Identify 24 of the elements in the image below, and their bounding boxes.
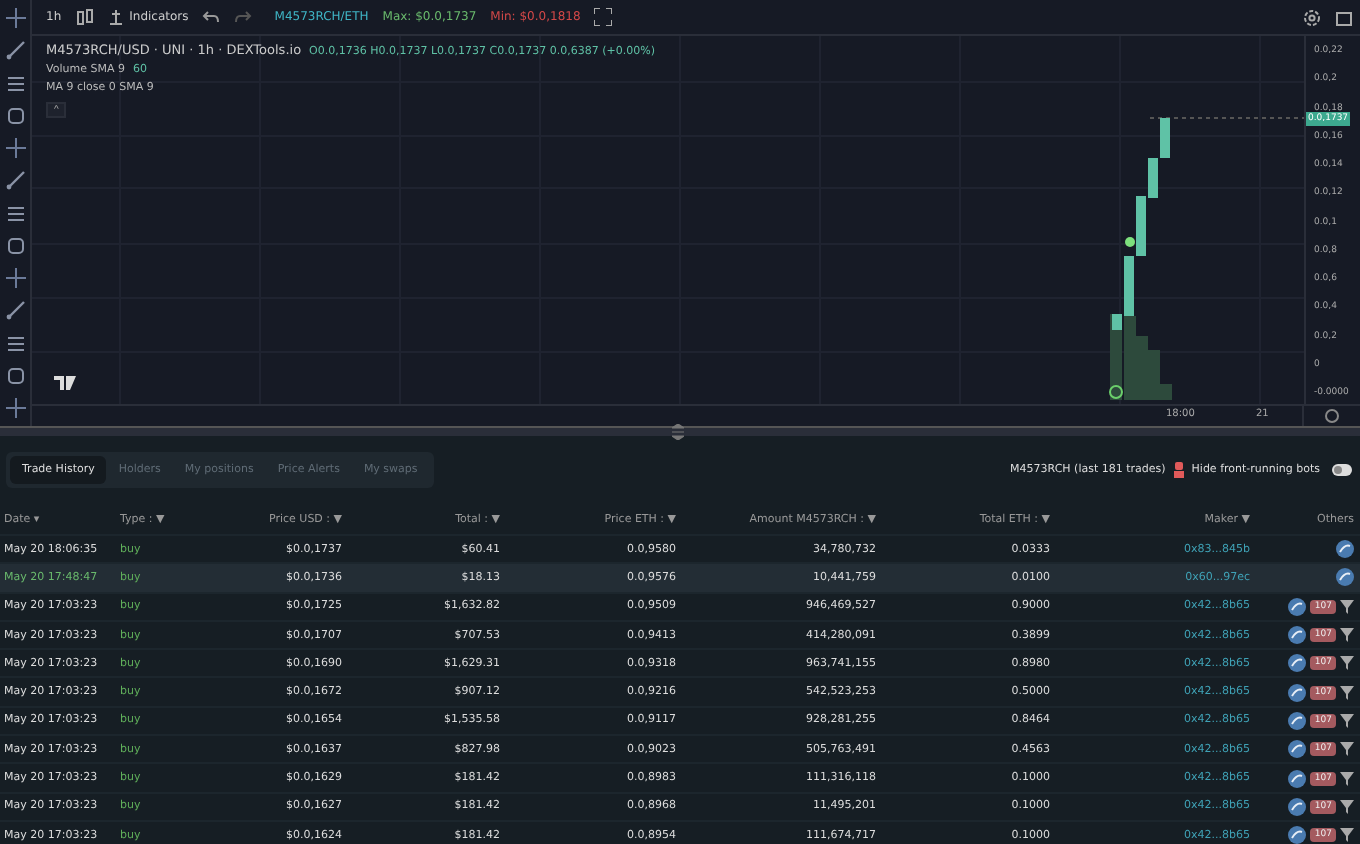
exchange-icon[interactable] [1288, 626, 1307, 645]
candles-icon[interactable] [75, 7, 94, 27]
toggle-switch[interactable] [1332, 464, 1352, 476]
signal-dot [1125, 237, 1135, 247]
exchange-icon[interactable] [1288, 597, 1307, 616]
exchange-icon[interactable] [1288, 769, 1307, 788]
exchange-icon[interactable] [1288, 711, 1307, 730]
exchange-icon[interactable] [1288, 797, 1307, 816]
exchange-icon[interactable] [1336, 540, 1354, 559]
marker-icon [1109, 385, 1123, 399]
line-icon[interactable] [5, 40, 25, 61]
logo-icon [54, 376, 78, 390]
undo-icon[interactable] [202, 9, 221, 25]
fullscreen-icon[interactable] [594, 8, 613, 26]
exchange-icon[interactable] [1336, 568, 1354, 587]
exchange-icon[interactable] [1288, 654, 1307, 673]
lines-icon[interactable] [5, 73, 25, 93]
indicators-icon [107, 8, 124, 26]
cross-icon[interactable] [5, 8, 25, 28]
exchange-icon[interactable] [1288, 683, 1307, 702]
exchange-icon[interactable] [1288, 740, 1307, 759]
resize-handle-icon[interactable] [672, 424, 684, 440]
exchange-icon[interactable] [1288, 826, 1307, 844]
bot-icon [1173, 462, 1184, 478]
